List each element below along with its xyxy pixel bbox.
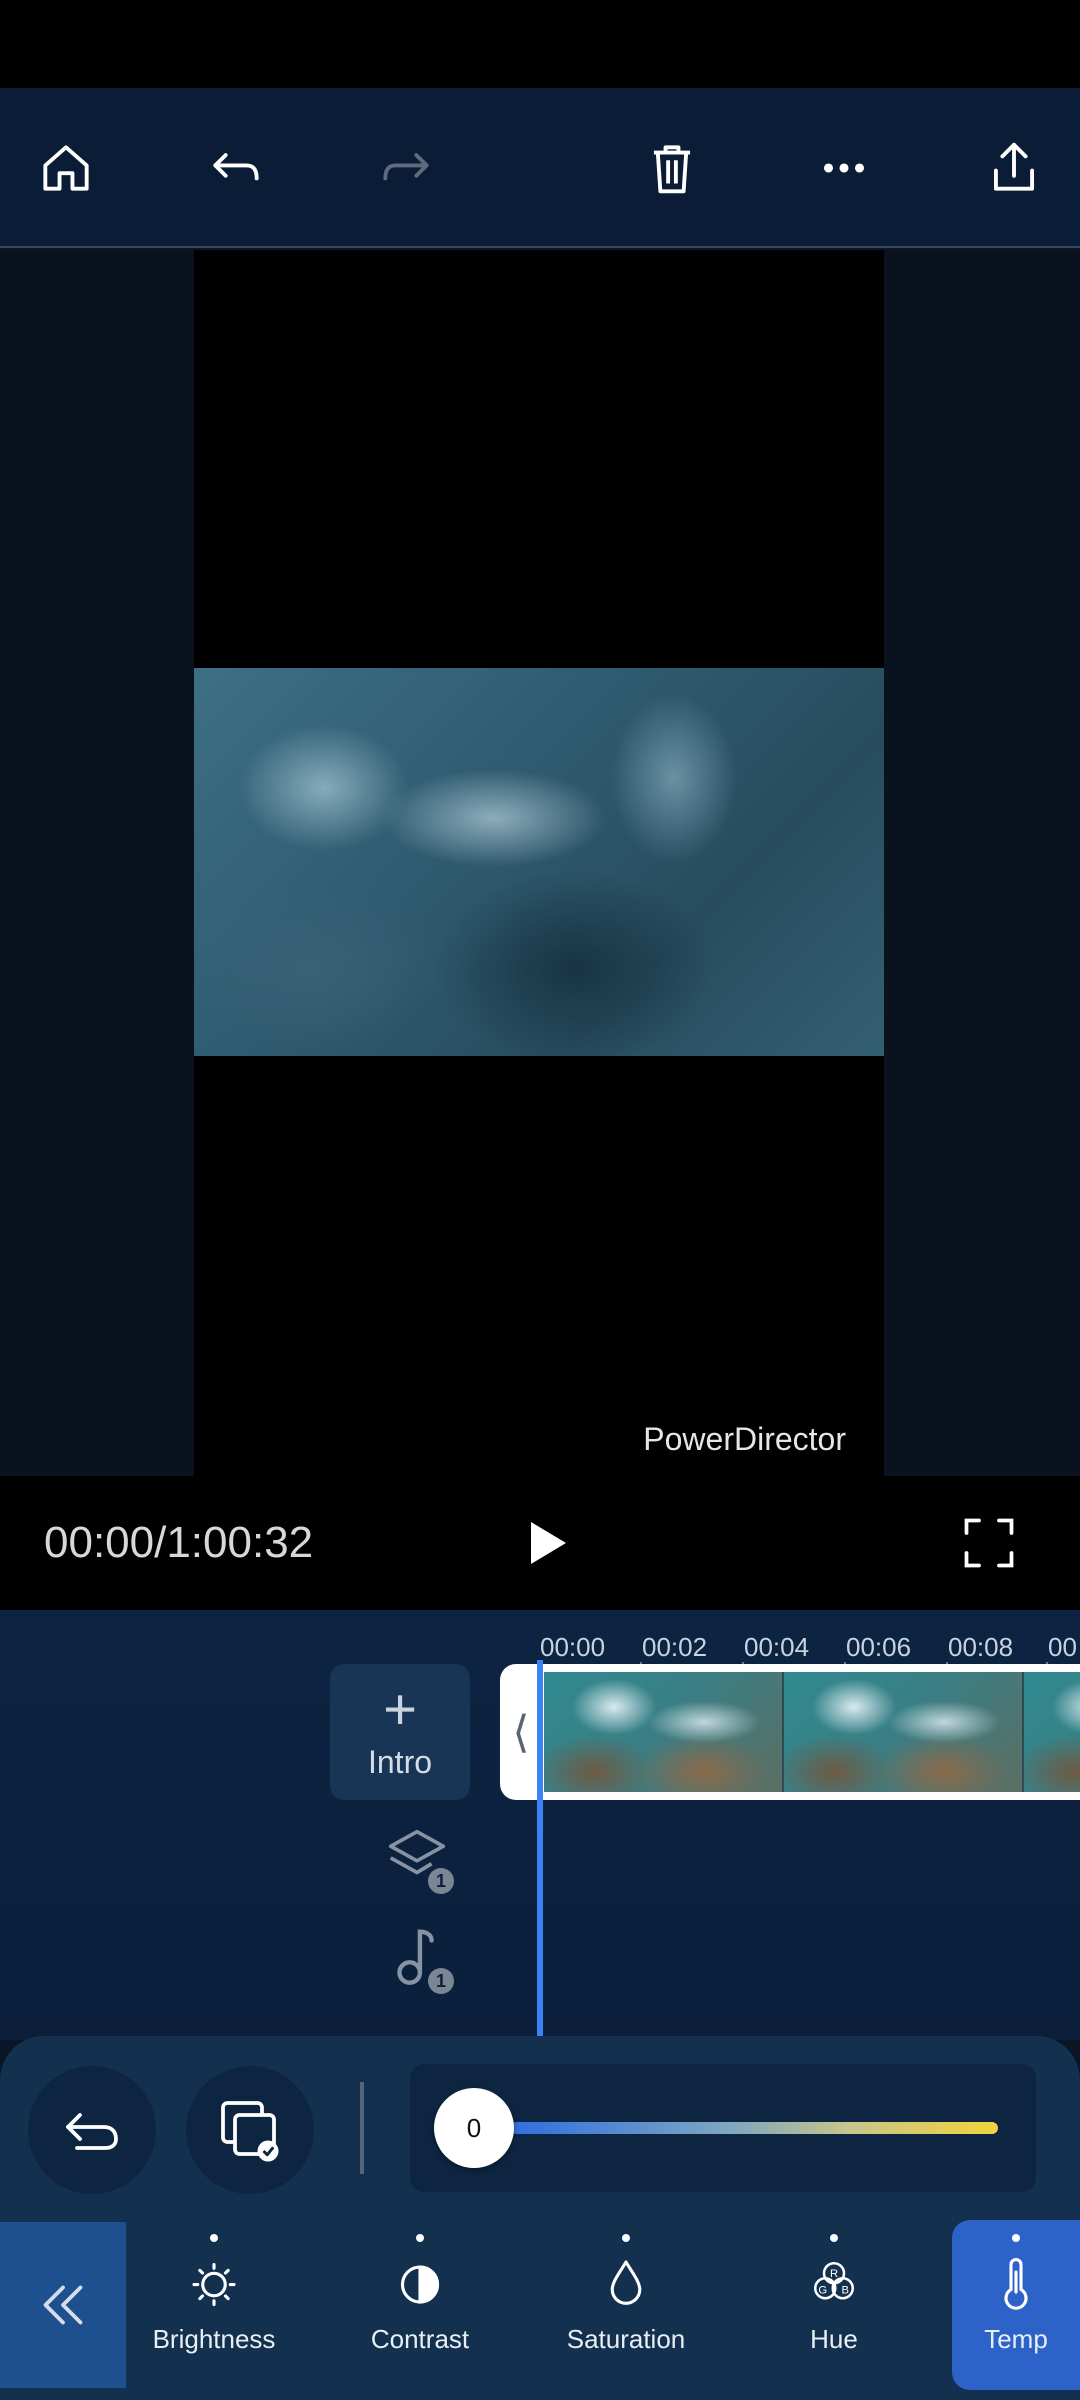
music-count-badge: 1 — [428, 1968, 454, 1994]
clip-thumbnails — [544, 1672, 1080, 1792]
collapse-button[interactable] — [0, 2222, 126, 2388]
status-bar — [0, 0, 1080, 88]
share-icon — [993, 142, 1035, 191]
double-chevron-left-icon — [43, 2285, 83, 2325]
indicator-dot — [830, 2234, 838, 2242]
tool-label: Temp — [984, 2324, 1048, 2354]
tool-label: Brightness — [152, 2324, 276, 2354]
contrast-icon — [400, 2265, 440, 2304]
undo-button[interactable] — [186, 118, 286, 218]
layer-count-badge: 1 — [428, 1868, 454, 1894]
panel-divider — [360, 2082, 364, 2174]
fullscreen-button[interactable] — [944, 1498, 1034, 1588]
tool-label: Saturation — [566, 2324, 686, 2354]
top-toolbar — [0, 88, 1080, 248]
indicator-dot — [1012, 2234, 1020, 2242]
audio-track-button[interactable]: 1 — [382, 1920, 462, 2000]
play-icon — [531, 1522, 566, 1564]
clip-thumbnail — [784, 1672, 1024, 1792]
indicator-dot — [416, 2234, 424, 2242]
svg-text:R: R — [830, 2268, 838, 2280]
editor-screen: PowerDirector 00:00/1:00:32 00:00 00:02 … — [0, 0, 1080, 2400]
hue-icon: RG B — [814, 2262, 854, 2300]
fullscreen-icon — [964, 1518, 1014, 1568]
more-button[interactable] — [794, 118, 894, 218]
share-button[interactable] — [964, 118, 1064, 218]
chevron-left-icon: ⟨ — [512, 1707, 530, 1757]
ruler-label: 00:08 — [948, 1632, 1014, 1662]
watermark: PowerDirector — [643, 1421, 846, 1457]
temperature-slider[interactable]: 0 — [410, 2064, 1036, 2192]
preview-canvas[interactable]: PowerDirector — [194, 250, 884, 1476]
ruler-label: 00:00 — [540, 1632, 606, 1662]
ruler-label: 00 — [1048, 1632, 1077, 1662]
ruler-label: 00:06 — [846, 1632, 912, 1662]
tab-contrast[interactable]: Contrast — [356, 2220, 484, 2390]
home-button[interactable] — [16, 118, 116, 218]
apply-all-icon — [221, 2101, 279, 2162]
temperature-icon — [1004, 2258, 1028, 2310]
apply-to-all-button[interactable] — [186, 2066, 314, 2194]
play-button[interactable] — [500, 1498, 590, 1588]
indicator-dot — [622, 2234, 630, 2242]
video-preview: PowerDirector — [0, 250, 1080, 1476]
more-icon — [823, 163, 865, 173]
clip-trim-handle[interactable]: ⟨ — [500, 1664, 542, 1800]
plus-icon: + — [383, 1676, 417, 1742]
timecode: 00:00/1:00:32 — [44, 1518, 314, 1567]
ruler-label: 00:02 — [642, 1632, 708, 1662]
ruler-label: 00:04 — [744, 1632, 810, 1662]
playhead[interactable] — [537, 1660, 543, 2040]
indicator-dot — [210, 2234, 218, 2242]
saturation-icon — [610, 2260, 642, 2305]
playback-bar: 00:00/1:00:32 — [0, 1476, 1080, 1610]
video-frame — [194, 668, 884, 1056]
time-ruler[interactable]: 00:00 00:02 00:04 00:06 00:08 00 — [538, 1620, 1080, 1676]
reset-button[interactable] — [28, 2066, 156, 2194]
overlay-track-button[interactable]: 1 — [382, 1820, 462, 1900]
undo-icon — [213, 153, 259, 181]
svg-text:G: G — [818, 2284, 827, 2296]
tab-hue[interactable]: RG B Hue — [770, 2220, 898, 2390]
tab-saturation[interactable]: Saturation — [556, 2220, 696, 2390]
add-intro-button[interactable]: + Intro — [330, 1664, 470, 1800]
tool-label: Hue — [810, 2324, 858, 2354]
slider-knob[interactable]: 0 — [434, 2088, 514, 2168]
reset-icon — [66, 2113, 118, 2150]
tab-brightness[interactable]: Brightness — [150, 2220, 278, 2390]
timeline: 00:00 00:02 00:04 00:06 00:08 00 + Intro… — [0, 1610, 1080, 2040]
delete-button[interactable] — [622, 118, 722, 218]
redo-button[interactable] — [356, 118, 456, 218]
clip-thumbnail — [1024, 1672, 1080, 1792]
slider-track[interactable] — [510, 2122, 998, 2134]
brightness-icon — [192, 2262, 236, 2307]
adjust-tool-bar: Brightness Contrast Saturation RG B Hue T… — [0, 2220, 1080, 2390]
redo-icon — [383, 153, 429, 181]
svg-text:B: B — [841, 2284, 849, 2296]
trash-icon — [653, 145, 691, 194]
tab-temperature[interactable]: Temp — [952, 2220, 1080, 2390]
clip-thumbnail — [544, 1672, 784, 1792]
tool-label: Contrast — [370, 2324, 470, 2354]
home-icon — [43, 145, 89, 191]
intro-label: Intro — [367, 1743, 433, 1780]
